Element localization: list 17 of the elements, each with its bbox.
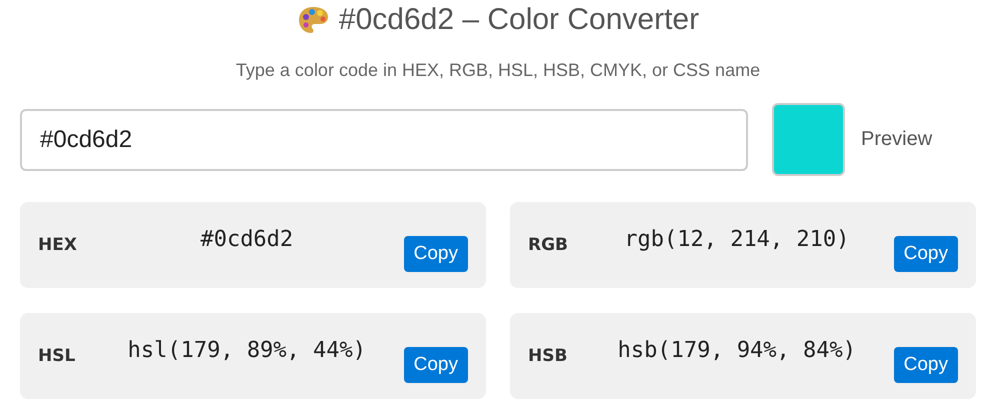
format-value: rgb(12, 214, 210) xyxy=(623,226,850,252)
format-label: HSL xyxy=(38,346,76,366)
copy-button[interactable]: Copy xyxy=(894,347,958,383)
preview-label: Preview xyxy=(861,128,932,151)
copy-button[interactable]: Copy xyxy=(404,347,468,383)
copy-button[interactable]: Copy xyxy=(404,236,468,272)
format-label: RGB xyxy=(528,235,570,255)
subtitle: Type a color code in HEX, RGB, HSL, HSB, CMYK, or CSS name xyxy=(234,60,762,81)
page-title: #0cd6d2 – Color Converter xyxy=(338,5,700,35)
color-input-field[interactable]: #0cd6d2 xyxy=(20,108,748,170)
format-label: HSB xyxy=(528,346,568,366)
format-value: hsl(179, 89%, 44%) xyxy=(126,338,368,362)
format-value: hsb(179, 94%, 84%) xyxy=(616,338,858,362)
copy-button[interactable]: Copy xyxy=(894,236,958,272)
palette-icon xyxy=(296,5,329,35)
format-value: #0cd6d2 xyxy=(199,226,294,252)
format-label: HEX xyxy=(38,235,78,255)
